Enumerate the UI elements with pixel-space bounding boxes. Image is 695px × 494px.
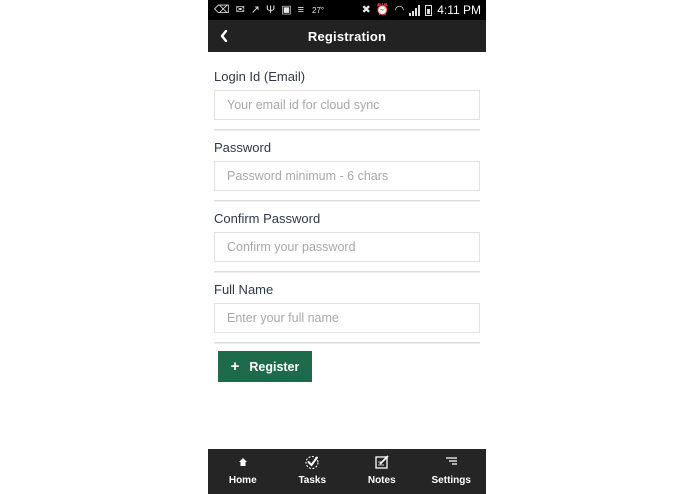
back-button[interactable] <box>214 24 234 48</box>
full-name-label: Full Name <box>214 282 274 297</box>
image-icon: ▣ <box>281 3 292 16</box>
register-button-label: Register <box>249 359 300 374</box>
divider <box>214 200 480 202</box>
app-screen: ⌫ ✉ ↗ Ψ ▣ ≡ 27° ✖ ⏰ ◠ 4:11 PM Registrati… <box>208 0 486 494</box>
password-field-group: Password <box>214 133 480 204</box>
email-input[interactable] <box>214 90 480 120</box>
password-input[interactable] <box>214 161 480 191</box>
nav-item-settings[interactable]: Settings <box>417 449 487 494</box>
full-name-field-group: Full Name <box>214 275 480 346</box>
divider <box>214 342 480 344</box>
divider <box>214 129 480 131</box>
nav-item-tasks[interactable]: Tasks <box>278 449 348 494</box>
email-label: Login Id (Email) <box>214 69 306 84</box>
mail-icon: ✉ <box>235 3 245 16</box>
email-field-group: Login Id (Email) <box>214 62 480 133</box>
missed-call-icon: ↗ <box>250 3 260 16</box>
wifi-icon: ◠ <box>394 3 405 16</box>
status-bar: ⌫ ✉ ↗ Ψ ▣ ≡ 27° ✖ ⏰ ◠ 4:11 PM <box>208 0 486 20</box>
back-arrow-notification-icon: ⌫ <box>214 3 230 16</box>
clock-time: 4:11 PM <box>437 3 481 17</box>
divider <box>214 271 480 273</box>
plus-icon: + <box>230 358 240 375</box>
battery-icon <box>425 4 433 16</box>
app-header: Registration <box>208 20 486 52</box>
confirm-password-label: Confirm Password <box>214 211 321 226</box>
chevron-left-icon <box>220 30 228 42</box>
confirm-password-field-group: Confirm Password <box>214 204 480 275</box>
notification-icons: ⌫ ✉ ↗ Ψ ▣ ≡ 27° <box>208 3 325 16</box>
nav-label-tasks: Tasks <box>298 475 327 486</box>
temperature-text: 27° <box>312 5 325 15</box>
settings-icon <box>443 454 459 470</box>
password-label: Password <box>214 140 272 155</box>
tasks-icon <box>304 454 320 470</box>
nav-label-home: Home <box>228 475 257 486</box>
nav-label-settings: Settings <box>431 475 471 486</box>
nav-item-home[interactable]: Home <box>208 449 278 494</box>
alarm-icon: ⏰ <box>375 3 390 16</box>
usb-icon: Ψ <box>266 3 276 16</box>
signal-icon <box>409 4 421 16</box>
nav-label-notes: Notes <box>367 475 396 486</box>
mute-icon: ✖ <box>361 3 371 16</box>
rss-icon: ≡ <box>297 3 305 16</box>
system-icons: ✖ ⏰ ◠ 4:11 PM <box>362 3 486 17</box>
register-button[interactable]: + Register <box>218 351 312 382</box>
registration-form: Login Id (Email) Password Confirm Passwo… <box>214 62 480 346</box>
bottom-nav: Home Tasks Notes Settings <box>208 449 486 494</box>
nav-item-notes[interactable]: Notes <box>347 449 417 494</box>
full-name-input[interactable] <box>214 303 480 333</box>
page-title: Registration <box>307 28 387 44</box>
confirm-password-input[interactable] <box>214 232 480 262</box>
notes-icon <box>374 454 390 470</box>
home-icon <box>238 454 248 470</box>
